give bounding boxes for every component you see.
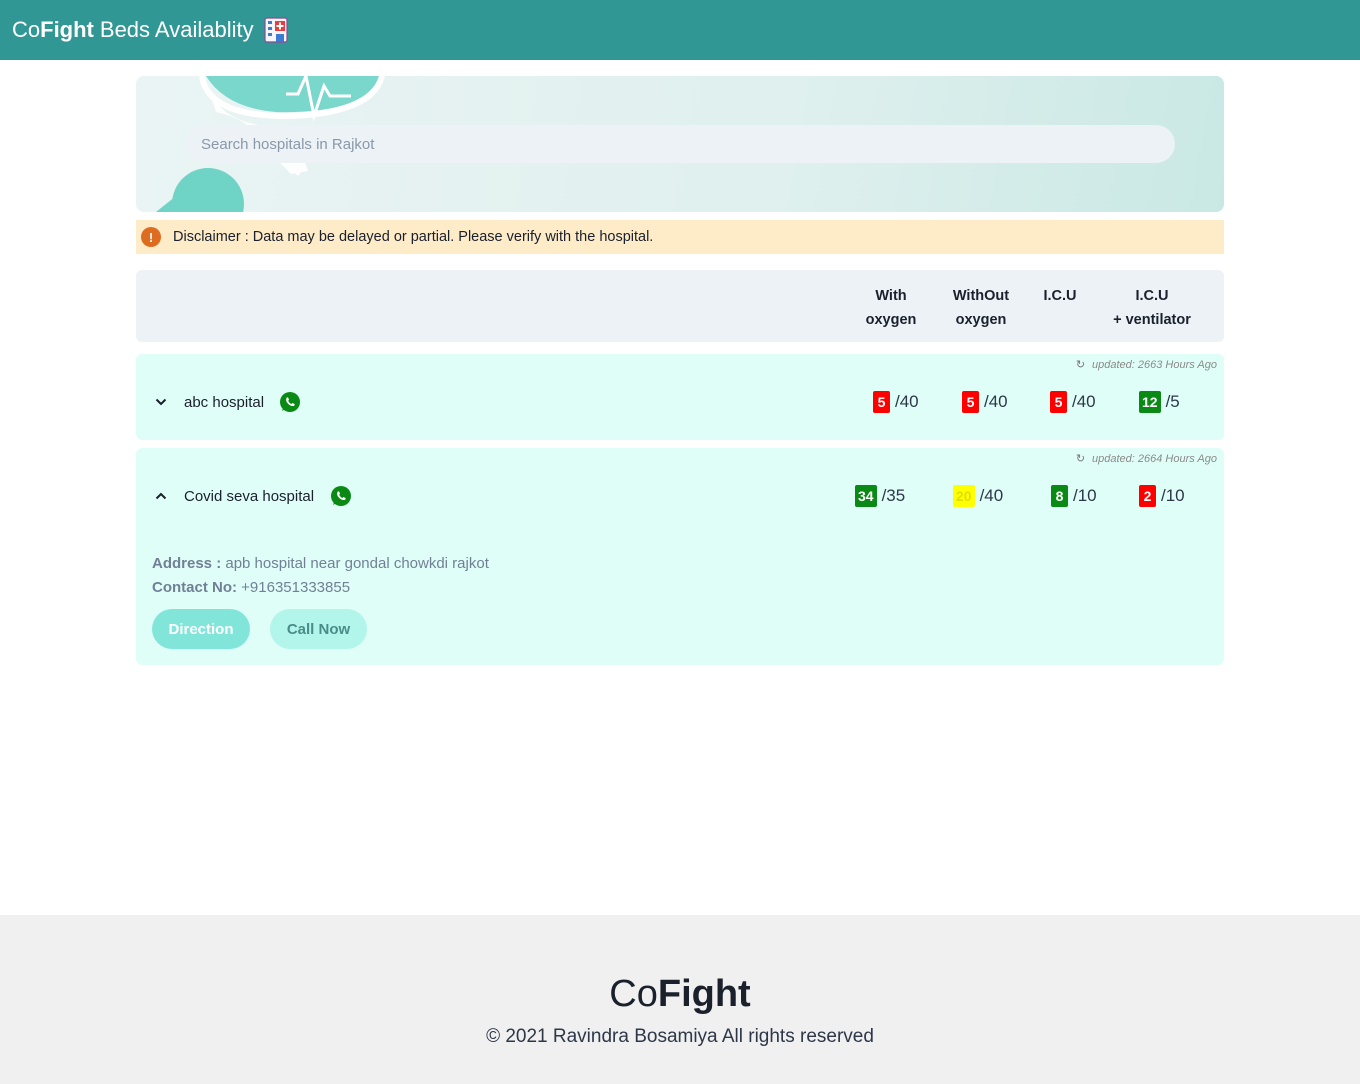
address-value: apb hospital near gondal chowkdi rajkot bbox=[225, 555, 489, 572]
search-input[interactable] bbox=[185, 125, 1175, 163]
bed-count-icu: 8/10 bbox=[1051, 485, 1097, 507]
footer-logo-co: Co bbox=[609, 973, 658, 1015]
column-header-with-oxygen: With oxygen bbox=[854, 284, 928, 332]
total-count: /40 bbox=[1072, 392, 1096, 411]
whatsapp-icon[interactable] bbox=[330, 485, 352, 507]
column-header-icu: I.C.U bbox=[1033, 284, 1087, 308]
total-count: /10 bbox=[1073, 486, 1097, 505]
hospital-card[interactable]: ↻ updated: 2663 Hours Ago abc hospital 5… bbox=[136, 354, 1224, 440]
column-header-icu-ventilator: I.C.U + ventilator bbox=[1102, 284, 1202, 332]
hospital-details: Address : apb hospital near gondal chowk… bbox=[152, 552, 489, 600]
total-count: /40 bbox=[895, 392, 919, 411]
column-header-line: WithOut bbox=[952, 288, 1010, 304]
updated-text: updated: 2664 Hours Ago bbox=[1092, 452, 1217, 465]
footer: CoFight © 2021 Ravindra Bosamiya All rig… bbox=[0, 915, 1360, 1084]
bed-count-with-oxygen: 34/35 bbox=[855, 485, 905, 507]
total-count: /40 bbox=[984, 392, 1008, 411]
total-count: /10 bbox=[1161, 486, 1185, 505]
copyright-text: © 2021 Ravindra Bosamiya All rights rese… bbox=[486, 1026, 874, 1047]
address-label: Address : bbox=[152, 555, 222, 572]
column-header-line: I.C.U bbox=[1043, 288, 1077, 304]
brand-subtitle: Beds Availablity bbox=[99, 17, 254, 42]
contact-line: Contact No: +916351333855 bbox=[152, 576, 489, 600]
top-navbar: Co Fight Beds Availablity bbox=[0, 0, 1360, 60]
address-line: Address : apb hospital near gondal chowk… bbox=[152, 552, 489, 576]
brand-co: Co bbox=[12, 17, 41, 42]
refresh-icon: ↻ bbox=[1075, 453, 1086, 465]
column-header-line: With bbox=[875, 288, 907, 304]
disclaimer-text: Disclaimer : Data may be delayed or part… bbox=[173, 229, 654, 245]
call-now-button[interactable]: Call Now bbox=[270, 609, 367, 649]
hospital-row[interactable]: abc hospital 5/40 5/40 5/40 12/5 bbox=[136, 384, 1224, 420]
total-count: /40 bbox=[979, 486, 1004, 505]
available-badge: 5 bbox=[1050, 391, 1067, 413]
footer-logo: CoFight bbox=[0, 973, 1360, 1016]
contact-label: Contact No: bbox=[152, 579, 237, 596]
available-badge: 8 bbox=[1051, 485, 1068, 507]
table-header: With oxygen WithOut oxygen I.C.U I.C.U +… bbox=[136, 270, 1224, 342]
updated-text: updated: 2663 Hours Ago bbox=[1092, 358, 1217, 371]
hospital-name[interactable]: abc hospital bbox=[184, 394, 264, 411]
brand-fight: Fight bbox=[40, 17, 94, 42]
hospital-icon bbox=[263, 17, 288, 43]
total-count: /35 bbox=[881, 486, 906, 505]
footer-logo-fight: Fight bbox=[657, 973, 751, 1015]
available-badge: 34 bbox=[855, 485, 877, 507]
hero-banner bbox=[136, 76, 1224, 212]
column-header-line: I.C.U bbox=[1135, 288, 1169, 304]
column-header-without-oxygen: WithOut oxygen bbox=[942, 284, 1020, 332]
direction-button[interactable]: Direction bbox=[152, 609, 250, 649]
whatsapp-icon[interactable] bbox=[279, 391, 301, 413]
bed-count-with-oxygen: 5/40 bbox=[873, 391, 919, 413]
bed-count-icu-ventilator: 12/5 bbox=[1139, 391, 1180, 413]
chevron-down-icon[interactable] bbox=[154, 395, 168, 409]
bed-count-icu: 5/40 bbox=[1050, 391, 1096, 413]
available-badge: 20 bbox=[953, 485, 975, 507]
column-header-line: oxygen bbox=[865, 312, 917, 328]
contact-value: +916351333855 bbox=[241, 579, 351, 596]
column-header-line: + ventilator bbox=[1113, 312, 1191, 328]
total-count: /5 bbox=[1165, 392, 1180, 411]
updated-timestamp: ↻ updated: 2664 Hours Ago bbox=[1075, 452, 1217, 466]
updated-timestamp: ↻ updated: 2663 Hours Ago bbox=[1075, 358, 1217, 372]
app-title[interactable]: Co Fight Beds Availablity bbox=[12, 17, 288, 43]
available-badge: 5 bbox=[962, 391, 979, 413]
bed-count-without-oxygen: 20/40 bbox=[953, 485, 1003, 507]
bed-count-without-oxygen: 5/40 bbox=[962, 391, 1008, 413]
available-badge: 12 bbox=[1139, 391, 1161, 413]
disclaimer-alert: ! Disclaimer : Data may be delayed or pa… bbox=[136, 220, 1224, 254]
column-header-line: oxygen bbox=[955, 312, 1007, 328]
available-badge: 2 bbox=[1139, 485, 1156, 507]
bed-count-icu-ventilator: 2/10 bbox=[1139, 485, 1185, 507]
hospital-row[interactable]: Covid seva hospital 34/35 20/40 8/10 2/1… bbox=[136, 478, 1224, 514]
warning-icon: ! bbox=[141, 227, 161, 247]
hospital-card-expanded[interactable]: ↻ updated: 2664 Hours Ago Covid seva hos… bbox=[136, 448, 1224, 665]
available-badge: 5 bbox=[873, 391, 890, 413]
hospital-name[interactable]: Covid seva hospital bbox=[184, 488, 314, 505]
chevron-up-icon[interactable] bbox=[154, 489, 168, 503]
refresh-icon: ↻ bbox=[1075, 359, 1086, 371]
